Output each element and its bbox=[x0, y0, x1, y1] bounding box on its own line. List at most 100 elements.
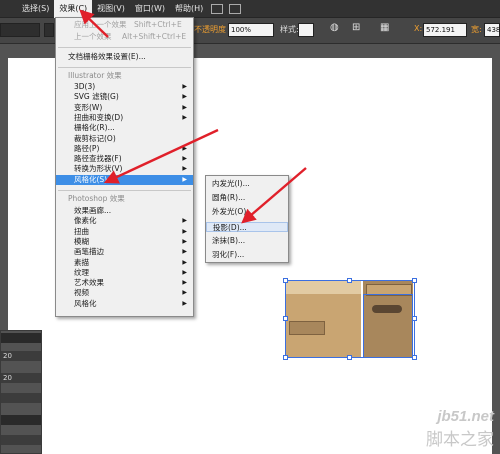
menu-illustrator-effect-9[interactable]: 风格化(S) ▶ bbox=[56, 174, 193, 185]
submenu-arrow-icon: ▶ bbox=[182, 279, 187, 287]
resize-handle-bl[interactable] bbox=[283, 355, 288, 360]
x-value: 572.191 bbox=[426, 26, 455, 34]
menu-photoshop-effect-label: 画笔描边 bbox=[74, 247, 104, 257]
submenu-stylize-item-5[interactable]: 羽化(F)... bbox=[206, 250, 288, 260]
watermark: jb51.net 脚本之家 bbox=[426, 408, 494, 450]
submenu-arrow-icon: ▶ bbox=[182, 237, 187, 245]
menu-separator bbox=[58, 67, 191, 68]
menu-select[interactable]: 选择(S) bbox=[17, 0, 54, 18]
menu-photoshop-effect-label: 素描 bbox=[74, 257, 89, 267]
submenu-arrow-icon: ▶ bbox=[182, 144, 187, 152]
submenu-stylize-item-1[interactable]: 圆角(R)... bbox=[206, 193, 288, 203]
bridge-icon[interactable] bbox=[211, 3, 224, 14]
menu-photoshop-effect-1[interactable]: 像素化 ▶ bbox=[56, 216, 193, 226]
submenu-arrow-icon: ▶ bbox=[182, 258, 187, 266]
submenu-arrow-icon: ▶ bbox=[182, 83, 187, 90]
menu-last-effect[interactable]: 上一个效果 Alt+Shift+Ctrl+E bbox=[56, 32, 193, 42]
menu-illustrator-effect-label: 转换为形状(V) bbox=[74, 164, 123, 174]
resize-handle-tl[interactable] bbox=[283, 278, 288, 283]
menu-photoshop-effect-7[interactable]: 艺术效果 ▶ bbox=[56, 278, 193, 288]
submenu-arrow-icon: ▶ bbox=[182, 289, 187, 297]
menu-illustrator-effect-2[interactable]: 变形(W) ▶ bbox=[56, 103, 193, 113]
menu-illustrator-effect-3[interactable]: 扭曲和变换(D) ▶ bbox=[56, 113, 193, 123]
menu-separator bbox=[58, 190, 191, 191]
w-value: 438 bbox=[487, 26, 500, 34]
resize-handle-br[interactable] bbox=[412, 355, 417, 360]
submenu-arrow-icon: ▶ bbox=[182, 175, 187, 183]
panel-field-c[interactable] bbox=[1, 393, 41, 403]
align-icon[interactable]: ⊞ bbox=[352, 22, 360, 33]
menu-spacer bbox=[0, 0, 17, 18]
menu-illustrator-effect-5[interactable]: 裁剪标记(O) bbox=[56, 134, 193, 144]
submenu-stylize-item-0[interactable]: 内发光(I)... bbox=[206, 179, 288, 189]
apply-last-shortcut: Shift+Ctrl+E bbox=[134, 20, 182, 29]
stylize-submenu: 内发光(I)... 圆角(R)... 外发光(O)... 投影(D)... 涂抹(B).… bbox=[205, 175, 289, 263]
menu-photoshop-effect-label: 模糊 bbox=[74, 236, 89, 246]
panel-tab-bar-2[interactable] bbox=[1, 415, 41, 425]
resize-handle-mr[interactable] bbox=[412, 316, 417, 321]
submenu-stylize-item-3[interactable]: 投影(D)... bbox=[206, 221, 288, 232]
fill-stroke-control[interactable] bbox=[0, 23, 40, 37]
menu-illustrator-effect-7[interactable]: 路径查找器(F) ▶ bbox=[56, 154, 193, 164]
menu-photoshop-effect-label: 艺术效果 bbox=[74, 278, 104, 288]
submenu-arrow-icon: ▶ bbox=[182, 299, 187, 307]
menu-illustrator-effect-0[interactable]: 3D(3) ▶ bbox=[56, 82, 193, 92]
menu-photoshop-effect-6[interactable]: 纹理 ▶ bbox=[56, 268, 193, 278]
menu-effect[interactable]: 效果(C) bbox=[54, 0, 93, 18]
menu-illustrator-effect-label: 栅格化(R)... bbox=[74, 123, 115, 133]
transform-icon[interactable]: ▦ bbox=[380, 22, 389, 33]
w-label: 宽: bbox=[471, 25, 482, 34]
menu-document-raster-settings[interactable]: 文档栅格效果设置(E)... bbox=[56, 52, 193, 62]
menu-illustrator-effect-8[interactable]: 转换为形状(V) ▶ bbox=[56, 164, 193, 174]
menu-illustrator-effect-label: 扭曲和变换(D) bbox=[74, 112, 124, 122]
submenu-arrow-icon: ▶ bbox=[182, 93, 187, 101]
w-field[interactable]: 438 bbox=[484, 23, 500, 37]
menu-help[interactable]: 帮助(H) bbox=[170, 0, 208, 18]
menu-illustrator-effect-label: 风格化(S) bbox=[74, 174, 108, 184]
opacity-label[interactable]: 不透明度 bbox=[194, 24, 226, 35]
menu-illustrator-effect-4[interactable]: 栅格化(R)... bbox=[56, 123, 193, 133]
x-field[interactable]: 572.191 bbox=[423, 23, 467, 37]
panel-field-a[interactable]: 20 bbox=[1, 351, 41, 361]
menu-photoshop-effect-3[interactable]: 模糊 ▶ bbox=[56, 237, 193, 247]
submenu-arrow-icon: ▶ bbox=[182, 268, 187, 276]
menu-photoshop-effect-8[interactable]: 视频 ▶ bbox=[56, 288, 193, 298]
menu-photoshop-effect-5[interactable]: 素描 ▶ bbox=[56, 258, 193, 268]
menu-view[interactable]: 视图(V) bbox=[92, 0, 130, 18]
resize-handle-ml[interactable] bbox=[283, 316, 288, 321]
submenu-arrow-icon: ▶ bbox=[182, 113, 187, 121]
resize-handle-tr[interactable] bbox=[412, 278, 417, 283]
menu-window[interactable]: 窗口(W) bbox=[130, 0, 170, 18]
resize-handle-bc[interactable] bbox=[347, 355, 352, 360]
opacity-field[interactable]: 100% bbox=[228, 23, 274, 37]
menu-illustrator-effect-label: 路径(P) bbox=[74, 143, 100, 153]
panel-field-d[interactable] bbox=[1, 435, 41, 445]
menu-photoshop-effect-0[interactable]: 效果画廊... bbox=[56, 206, 193, 216]
menu-illustrator-effect-label: 路径查找器(F) bbox=[74, 154, 122, 164]
effect-menu: 应用上一个效果 Shift+Ctrl+E 上一个效果 Alt+Shift+Ctr… bbox=[55, 17, 194, 317]
recolor-icon[interactable]: ◍ bbox=[330, 22, 339, 33]
submenu-stylize-item-2[interactable]: 外发光(O)... bbox=[206, 207, 288, 217]
submenu-arrow-icon: ▶ bbox=[182, 155, 187, 163]
menu-illustrator-effect-6[interactable]: 路径(P) ▶ bbox=[56, 144, 193, 154]
last-effect-label: 上一个效果 bbox=[74, 32, 112, 41]
menu-photoshop-effect-label: 纹理 bbox=[74, 267, 89, 277]
panel-field-b[interactable]: 20 bbox=[1, 373, 41, 383]
menu-photoshop-effect-4[interactable]: 画笔描边 ▶ bbox=[56, 247, 193, 257]
menu-photoshop-effect-2[interactable]: 扭曲 ▶ bbox=[56, 227, 193, 237]
menu-bar: 选择(S) 效果(C) 视图(V) 窗口(W) 帮助(H) bbox=[0, 0, 500, 18]
panel-value-a: 20 bbox=[3, 352, 12, 360]
arrange-documents-icon[interactable] bbox=[229, 3, 242, 14]
menu-apply-last-effect[interactable]: 应用上一个效果 Shift+Ctrl+E bbox=[56, 20, 193, 30]
menu-illustrator-effect-label: 变形(W) bbox=[74, 102, 103, 112]
menu-photoshop-effect-9[interactable]: 风格化 ▶ bbox=[56, 299, 193, 309]
submenu-arrow-icon: ▶ bbox=[182, 103, 187, 111]
menu-photoshop-effect-label: 风格化 bbox=[74, 298, 97, 308]
style-swatch[interactable] bbox=[298, 23, 314, 37]
submenu-stylize-item-4[interactable]: 涂抹(B)... bbox=[206, 236, 288, 246]
resize-handle-tc[interactable] bbox=[347, 278, 352, 283]
panel-tab-bar[interactable] bbox=[1, 333, 41, 343]
stroke-dropdown[interactable] bbox=[44, 23, 54, 37]
menu-illustrator-effect-1[interactable]: SVG 滤镜(G) ▶ bbox=[56, 92, 193, 102]
selection-inner-box[interactable] bbox=[363, 294, 413, 358]
